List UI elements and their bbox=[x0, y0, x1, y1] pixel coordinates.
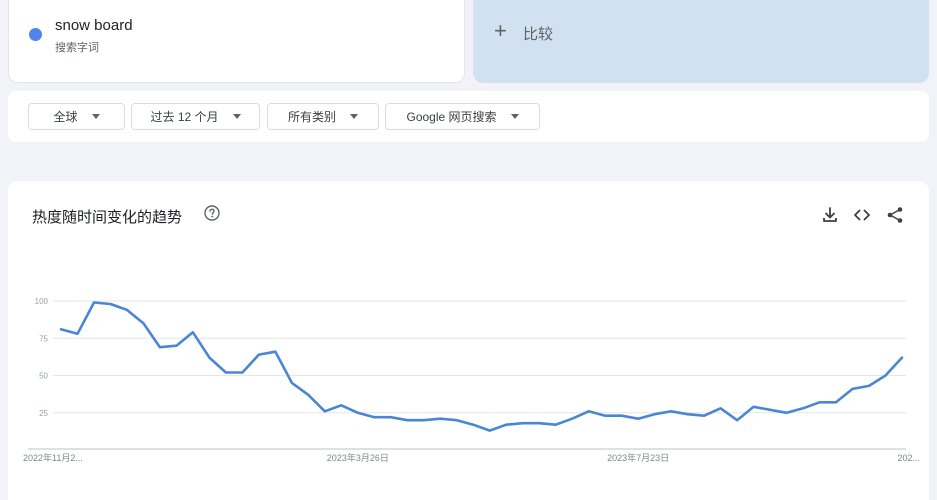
region-dropdown-label: 全球 bbox=[53, 110, 78, 124]
y-tick-label: 75 bbox=[39, 334, 48, 343]
plus-icon: + bbox=[494, 18, 507, 43]
google-trends-page: snow board 搜索字词 + 比较 全球 过去 12 个月 所有类别 Go… bbox=[0, 0, 937, 500]
caret-down-icon bbox=[91, 114, 100, 119]
x-tick-label: 202... bbox=[897, 453, 920, 463]
caret-down-icon bbox=[350, 114, 358, 119]
filter-bar: 全球 过去 12 个月 所有类别 Google 网页搜索 bbox=[8, 91, 929, 142]
y-tick-label: 100 bbox=[35, 297, 49, 306]
time-range-dropdown-label: 过去 12 个月 bbox=[150, 110, 219, 124]
x-tick-label: 2023年7月23日 bbox=[607, 452, 669, 463]
compare-button[interactable]: + 比较 bbox=[473, 0, 929, 83]
x-tick-label: 2022年11月2... bbox=[23, 452, 83, 463]
time-range-dropdown[interactable]: 过去 12 个月 bbox=[131, 103, 260, 130]
y-tick-label: 25 bbox=[39, 409, 48, 418]
search-property-dropdown-label: Google 网页搜索 bbox=[406, 110, 497, 124]
interest-over-time-card: 热度随时间变化的趋势 25 50 75 100 2022年11月2... 2023年3月2… bbox=[8, 181, 929, 500]
search-term-name[interactable]: snow board bbox=[55, 17, 133, 34]
y-tick-label: 50 bbox=[39, 372, 48, 381]
caret-down-icon bbox=[510, 114, 519, 119]
search-property-dropdown[interactable]: Google 网页搜索 bbox=[385, 103, 540, 130]
search-term-subtitle: 搜索字词 bbox=[55, 42, 99, 54]
series-line[interactable] bbox=[59, 301, 904, 432]
term-color-dot bbox=[29, 28, 42, 41]
trend-line-chart: 25 50 75 100 2022年11月2... 2023年3月26日 2023年7月23… bbox=[23, 297, 920, 463]
region-dropdown[interactable]: 全球 bbox=[28, 103, 125, 130]
x-tick-label: 2023年3月26日 bbox=[327, 452, 389, 463]
category-dropdown-label: 所有类别 bbox=[287, 110, 336, 124]
category-dropdown[interactable]: 所有类别 bbox=[267, 103, 379, 130]
compare-label: 比较 bbox=[523, 26, 554, 43]
caret-down-icon bbox=[232, 114, 241, 119]
search-term-card[interactable]: snow board 搜索字词 bbox=[8, 0, 465, 83]
